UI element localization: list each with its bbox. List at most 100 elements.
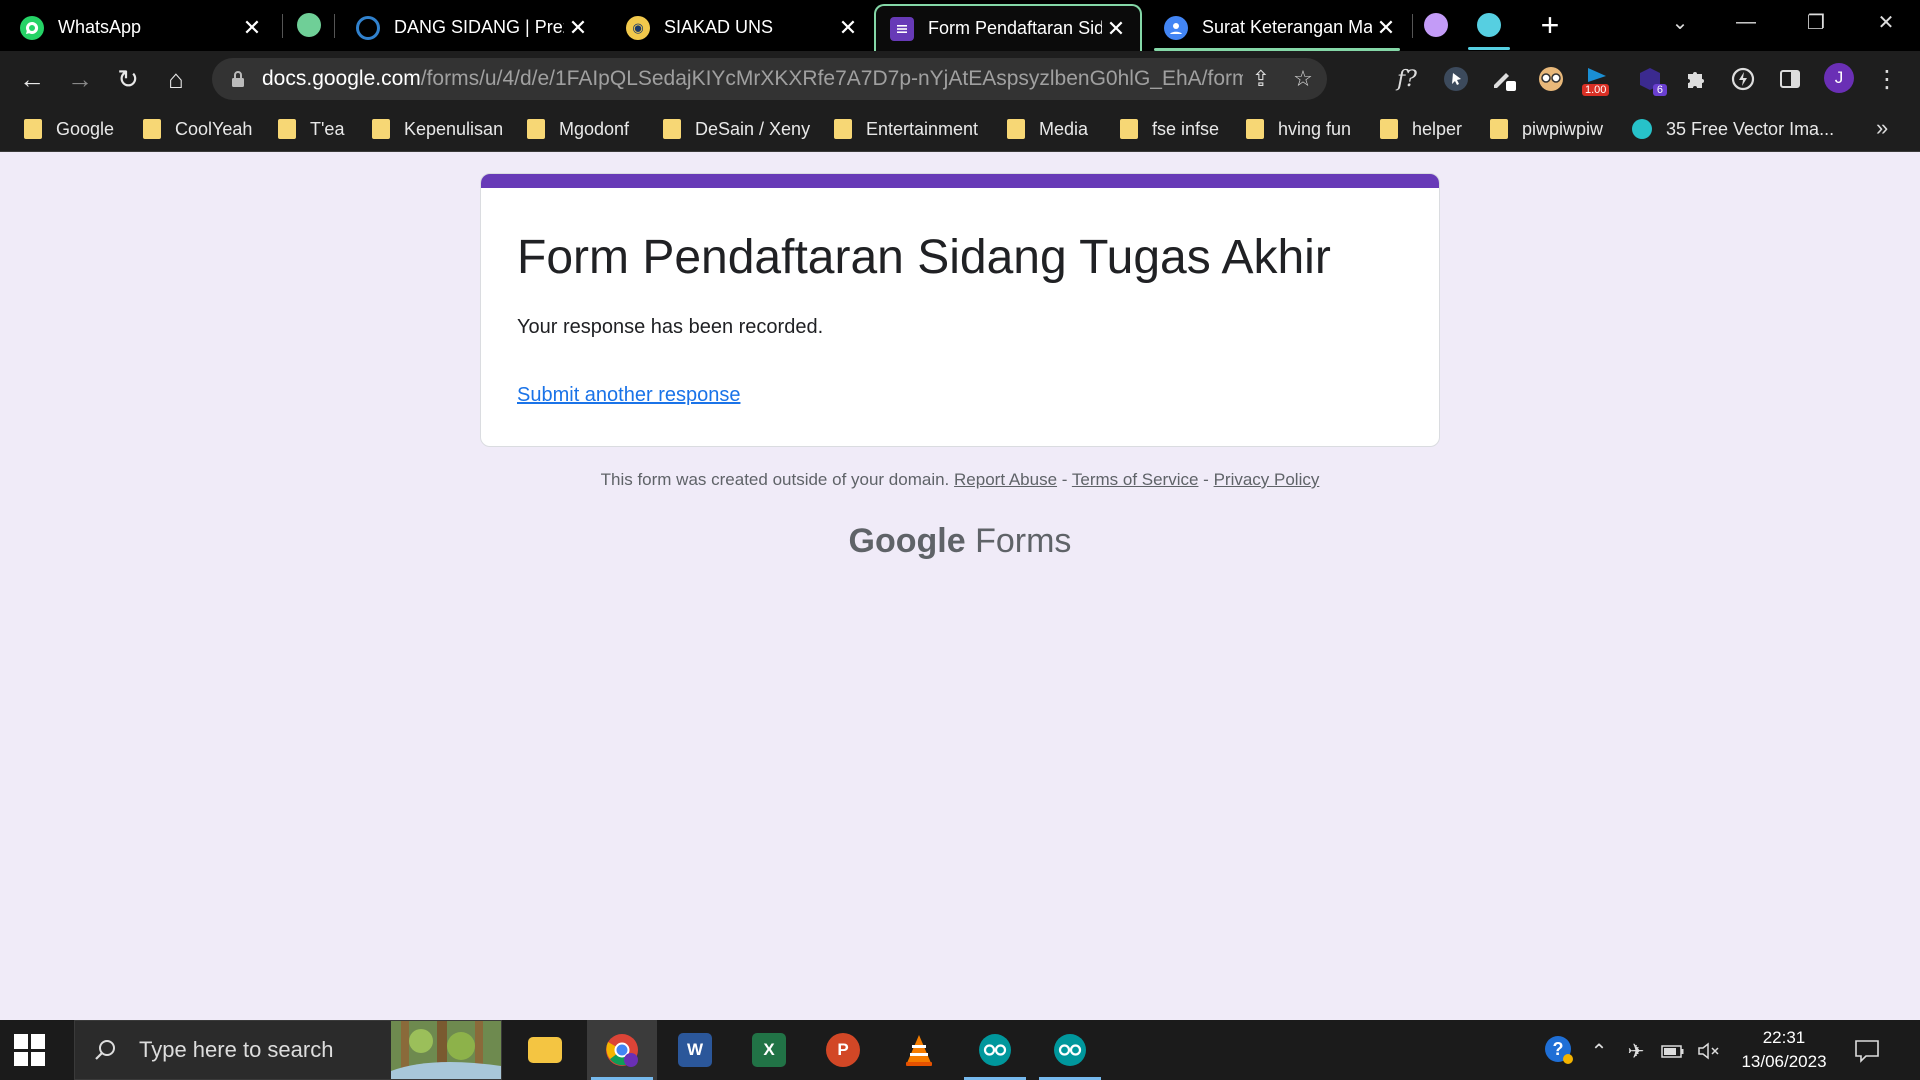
tab-cyan-dot[interactable] (1477, 13, 1501, 37)
url-text[interactable]: docs.google.com/forms/u/4/d/e/1FAIpQLSed… (262, 67, 1243, 91)
tab-whatsapp[interactable]: WhatsApp ✕ (0, 4, 276, 51)
close-tab-icon[interactable]: ✕ (1102, 15, 1130, 43)
taskbar-vlc[interactable] (884, 1020, 954, 1080)
bookmark-folder[interactable]: CoolYeah (143, 115, 252, 143)
battery-icon[interactable] (1660, 1038, 1686, 1064)
bookmark-folder[interactable]: helper (1380, 115, 1462, 143)
windows-start-icon[interactable] (14, 1034, 46, 1066)
taskbar-arduino-2[interactable] (1035, 1020, 1105, 1080)
bookmark-folder[interactable]: Entertainment (834, 115, 978, 143)
tab-search-chevron-icon[interactable]: ⌄ (1650, 6, 1710, 38)
tab-strip: WhatsApp ✕ DANG SIDANG | Prezi ✕ ◉ SIAKA… (0, 0, 1920, 51)
folder-icon (278, 119, 296, 139)
bookmark-folder[interactable]: Media (1007, 115, 1088, 143)
word-icon: W (678, 1033, 712, 1067)
bookmark-folder[interactable]: Mgodonf (527, 115, 629, 143)
folder-icon (372, 119, 390, 139)
reload-button[interactable]: ↻ (110, 61, 146, 97)
airplane-mode-icon[interactable]: ✈ (1623, 1038, 1649, 1064)
folder-icon (1120, 119, 1138, 139)
browser-toolbar: ← → ↻ ⌂ docs.google.com/forms/u/4/d/e/1F… (0, 51, 1920, 107)
address-bar[interactable]: docs.google.com/forms/u/4/d/e/1FAIpQLSed… (212, 58, 1327, 100)
folder-icon (1007, 119, 1025, 139)
taskbar-file-explorer[interactable] (510, 1020, 580, 1080)
forward-button[interactable]: → (62, 61, 98, 97)
folder-icon (1490, 119, 1508, 139)
cursor-extension-icon[interactable] (1441, 64, 1471, 94)
form-footer: This form was created outside of your do… (600, 470, 1320, 489)
bookmark-folder[interactable]: hving fun (1246, 115, 1351, 143)
confirmation-message: Your response has been recorded. (517, 316, 824, 338)
google-forms-logo[interactable]: Google Forms (480, 522, 1440, 561)
account-circle-icon (1164, 15, 1188, 40)
folder-icon (1246, 119, 1264, 139)
tab-green-dot[interactable] (297, 13, 321, 37)
formula-extension-icon[interactable]: f? (1392, 64, 1422, 94)
profile-avatar[interactable]: J (1824, 63, 1854, 93)
performance-icon[interactable] (1728, 64, 1758, 94)
form-title: Form Pendaftaran Sidang Tugas Akhir (517, 231, 1331, 284)
browser-menu-icon[interactable]: ⋮ (1872, 64, 1902, 94)
clock-time: 22:31 (1762, 1028, 1806, 1047)
file-explorer-icon (528, 1037, 562, 1063)
bookmark-folder[interactable]: Kepenulisan (372, 115, 503, 143)
minimize-button[interactable]: — (1716, 6, 1776, 38)
bookmark-folder[interactable]: fse infse (1120, 115, 1219, 143)
taskbar-search-box[interactable]: Type here to search (74, 1020, 502, 1080)
domain-notice: This form was created outside of your do… (600, 470, 950, 489)
bookmarks-overflow-icon[interactable]: » (1876, 115, 1888, 141)
clock-date: 13/06/2023 (1741, 1052, 1827, 1071)
tab-purple-dot[interactable] (1424, 13, 1448, 37)
taskbar-chrome[interactable] (587, 1020, 657, 1080)
share-icon[interactable]: ⇪ (1243, 61, 1279, 97)
folder-icon (834, 119, 852, 139)
folder-icon (1380, 119, 1398, 139)
glasses-extension-icon[interactable] (1536, 64, 1566, 94)
bookmark-folder[interactable]: T'ea (278, 115, 344, 143)
pen-extension-icon[interactable] (1489, 64, 1519, 94)
search-icon (89, 1034, 121, 1066)
close-tab-icon[interactable]: ✕ (564, 14, 592, 42)
submit-another-response-link[interactable]: Submit another response (517, 384, 740, 407)
volume-muted-icon[interactable] (1696, 1038, 1722, 1064)
taskbar-excel[interactable]: X (734, 1020, 804, 1080)
tab-prezi[interactable]: DANG SIDANG | Prezi ✕ (336, 4, 602, 51)
powerpoint-icon: P (826, 1033, 860, 1067)
close-tab-icon[interactable]: ✕ (238, 14, 266, 42)
help-tray-icon[interactable]: ? (1543, 1034, 1575, 1066)
privacy-policy-link[interactable]: Privacy Policy (1214, 470, 1320, 489)
folder-icon (24, 119, 42, 139)
taskbar-word[interactable]: W (660, 1020, 730, 1080)
tab-siakad[interactable]: ◉ SIAKAD UNS ✕ (606, 4, 872, 51)
tab-google-form[interactable]: Form Pendaftaran Sidang Tugas Akhir ✕ (874, 4, 1142, 51)
close-tab-icon[interactable]: ✕ (834, 14, 862, 42)
new-tab-button[interactable]: + (1535, 7, 1565, 43)
svg-text:?: ? (1553, 1039, 1564, 1059)
system-clock[interactable]: 22:31 13/06/2023 (1734, 1026, 1834, 1074)
bookmark-link[interactable]: 35 Free Vector Ima... (1632, 115, 1834, 143)
bookmark-star-icon[interactable]: ☆ (1285, 61, 1321, 97)
bookmark-folder[interactable]: piwpiwpiw (1490, 115, 1603, 143)
close-window-button[interactable]: ✕ (1856, 6, 1916, 38)
report-abuse-link[interactable]: Report Abuse (954, 470, 1057, 489)
speed-extension-icon[interactable]: 1.00 (1582, 64, 1616, 96)
side-panel-icon[interactable] (1775, 64, 1805, 94)
lock-icon[interactable] (228, 69, 248, 89)
taskbar-arduino-1[interactable] (960, 1020, 1030, 1080)
folder-icon (663, 119, 681, 139)
bookmark-folder[interactable]: DeSain / Xeny (663, 115, 810, 143)
taskbar-powerpoint[interactable]: P (808, 1020, 878, 1080)
home-button[interactable]: ⌂ (158, 61, 194, 97)
cube-extension-icon[interactable]: 6 (1635, 64, 1667, 96)
show-hidden-icons-chevron[interactable]: ⌃ (1586, 1038, 1612, 1064)
restore-button[interactable]: ❐ (1786, 6, 1846, 38)
notifications-icon[interactable] (1852, 1036, 1882, 1066)
terms-of-service-link[interactable]: Terms of Service (1072, 470, 1199, 489)
bookmark-folder[interactable]: Google (24, 115, 114, 143)
search-highlight-illustration (391, 1021, 501, 1079)
close-tab-icon[interactable]: ✕ (1372, 14, 1400, 42)
tab-surat-keterangan[interactable]: Surat Keterangan Mahasiswa ✕ (1144, 4, 1410, 51)
site-icon (1632, 119, 1652, 139)
back-button[interactable]: ← (14, 61, 50, 97)
extensions-puzzle-icon[interactable] (1681, 64, 1711, 94)
